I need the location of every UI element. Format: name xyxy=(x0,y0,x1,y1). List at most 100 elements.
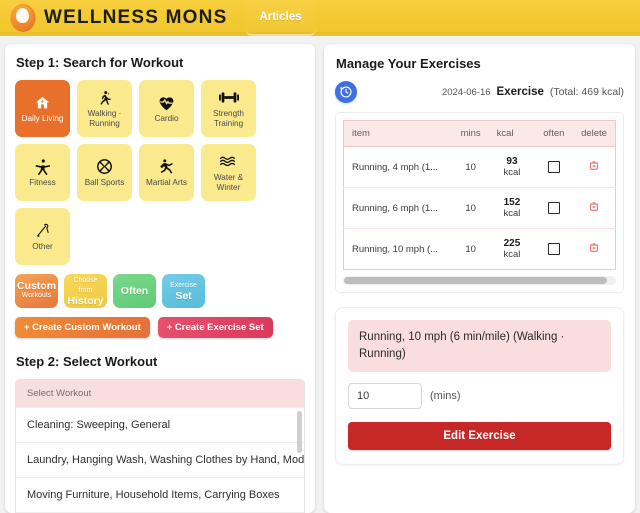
cell-often xyxy=(535,229,573,270)
exercise-meta-row: 2024-06-16 Exercise (Total: 469 kcal) xyxy=(335,81,624,103)
step1-title: Step 1: Search for Workout xyxy=(16,55,184,70)
cell-delete xyxy=(573,229,615,270)
waves-icon xyxy=(219,153,239,171)
create-buttons-row: + Create Custom Workout + Create Exercis… xyxy=(15,317,305,338)
cell-mins: 10 xyxy=(452,146,489,188)
column-header-mins: mins xyxy=(452,120,489,147)
category-grid: Daily Living Walking · Running Cardio St… xyxy=(15,80,305,265)
cell-kcal-unit: kcal xyxy=(503,249,521,260)
search-workout-panel: Step 1: Search for Workout Daily Living … xyxy=(5,44,315,513)
cell-often xyxy=(535,187,574,229)
basketball-icon xyxy=(96,158,113,176)
cell-delete xyxy=(573,187,616,229)
cell-kcal: 93 kcal xyxy=(488,146,536,188)
step2-title: Step 2: Select Workout xyxy=(16,354,158,369)
dumbbell-icon xyxy=(218,89,239,107)
quick-line3: History xyxy=(67,295,104,307)
app-header: WELLNESS MONS Articles xyxy=(0,0,640,36)
category-label: Other xyxy=(32,241,53,251)
column-header-often: often xyxy=(535,120,574,147)
cell-mins: 10 xyxy=(465,243,476,255)
trash-icon[interactable] xyxy=(589,201,599,215)
manage-exercises-panel: Manage Your Exercises 2024-06-16 Exercis… xyxy=(324,44,635,513)
quick-line2: Workouts xyxy=(21,292,52,299)
selected-exercise-name: Running, 10 mph (6 min/mile) (Walking · … xyxy=(348,320,611,372)
quick-choose-from-history[interactable]: Choose from History xyxy=(64,274,107,308)
cell-item: Running, 4 mph (1... xyxy=(343,146,453,188)
trash-icon[interactable] xyxy=(589,242,599,256)
category-label: Strength Training xyxy=(213,108,244,128)
minutes-row: (mins) xyxy=(348,383,611,409)
gymnast-icon xyxy=(34,158,52,176)
quick-line2: Set xyxy=(175,290,192,302)
nav-articles[interactable]: Articles xyxy=(245,0,316,36)
category-daily-living[interactable]: Daily Living xyxy=(15,80,70,137)
column-header-delete: delete xyxy=(573,120,616,147)
history-clock-icon[interactable] xyxy=(335,81,357,103)
table-horizontal-scrollbar-thumb[interactable] xyxy=(344,277,607,284)
quick-custom-workouts[interactable]: Custom Workouts xyxy=(15,274,58,308)
often-checkbox[interactable] xyxy=(548,243,561,255)
cell-kcal-value: 225 xyxy=(503,238,521,249)
category-label: Cardio xyxy=(154,113,179,123)
minutes-unit-label: (mins) xyxy=(430,390,461,402)
category-label: Daily Living xyxy=(21,113,64,123)
category-cardio[interactable]: Cardio xyxy=(139,80,194,137)
edit-exercise-card: Running, 10 mph (6 min/mile) (Walking · … xyxy=(335,307,624,465)
table-row[interactable]: Running, 10 mph (... 10 225 kcal xyxy=(344,229,616,270)
fishing-rod-icon xyxy=(34,222,52,240)
category-ball-sports[interactable]: Ball Sports xyxy=(77,144,132,201)
exercise-total-kcal: (Total: 469 kcal) xyxy=(549,86,624,98)
house-icon xyxy=(34,94,51,112)
table-horizontal-scrollbar[interactable] xyxy=(343,276,616,285)
exercise-table-wrapper: item mins kcal often delete Running, 4 m… xyxy=(335,112,624,293)
walking-icon xyxy=(97,89,112,107)
cell-kcal: 152 kcal xyxy=(488,187,536,229)
exercise-meta-values: 2024-06-16 Exercise (Total: 469 kcal) xyxy=(442,86,624,98)
list-item[interactable]: Cleaning: Sweeping, General xyxy=(16,407,304,442)
category-fitness[interactable]: Fitness xyxy=(15,144,70,201)
trash-icon[interactable] xyxy=(589,160,599,174)
nav-articles-label: Articles xyxy=(259,11,302,23)
edit-exercise-button[interactable]: Edit Exercise xyxy=(348,422,611,450)
main-nav: Articles xyxy=(245,0,316,36)
category-other[interactable]: Other xyxy=(15,208,70,265)
create-exercise-set-button[interactable]: + Create Exercise Set xyxy=(157,317,273,338)
martial-kick-icon xyxy=(158,158,175,176)
quick-often[interactable]: Often xyxy=(113,274,156,308)
brand-title: WELLNESS MONS xyxy=(44,7,228,28)
workout-select-list: Select Workout Cleaning: Sweeping, Gener… xyxy=(15,379,305,513)
often-checkbox[interactable] xyxy=(548,161,561,173)
quick-line1: Custom xyxy=(16,280,57,292)
workout-list-header: Select Workout xyxy=(16,380,304,407)
heart-pulse-icon xyxy=(157,94,176,112)
manage-exercises-title: Manage Your Exercises xyxy=(336,56,481,71)
cell-delete xyxy=(573,146,616,188)
cell-kcal: 225 kcal xyxy=(489,229,536,270)
table-row[interactable]: Running, 4 mph (1... 10 93 kcal xyxy=(343,146,616,188)
category-water-winter[interactable]: Water & Winter xyxy=(201,144,256,201)
list-item[interactable]: Moving Furniture, Household Items, Carry… xyxy=(16,477,304,512)
table-header-row: item mins kcal often delete xyxy=(343,120,616,147)
exercise-date: 2024-06-16 xyxy=(441,87,491,98)
table-row[interactable]: Running, 6 mph (1... 10 152 kcal xyxy=(343,187,616,229)
egg-logo-icon xyxy=(10,4,36,32)
minutes-input[interactable] xyxy=(348,383,422,409)
cell-kcal-value: 152 xyxy=(503,197,521,208)
quick-exercise-set[interactable]: Exercise Set xyxy=(162,274,205,308)
often-checkbox[interactable] xyxy=(548,202,561,214)
category-label: Fitness xyxy=(29,177,56,187)
column-header-kcal: kcal xyxy=(488,120,536,147)
vertical-scrollbar[interactable] xyxy=(297,411,302,453)
category-walking-running[interactable]: Walking · Running xyxy=(77,80,132,137)
cell-item: Running, 6 mph (1... xyxy=(343,187,453,229)
create-custom-workout-button[interactable]: + Create Custom Workout xyxy=(15,317,150,338)
quick-line1: Choose xyxy=(73,277,98,284)
category-strength-training[interactable]: Strength Training xyxy=(201,80,256,137)
column-header-item: item xyxy=(343,120,453,147)
category-martial-arts[interactable]: Martial Arts xyxy=(139,144,194,201)
exercise-record-label: Exercise xyxy=(496,86,544,98)
list-item[interactable]: Laundry, Hanging Wash, Washing Clothes b… xyxy=(16,442,304,477)
cell-mins: 10 xyxy=(452,187,489,229)
cell-kcal-value: 93 xyxy=(506,156,518,167)
